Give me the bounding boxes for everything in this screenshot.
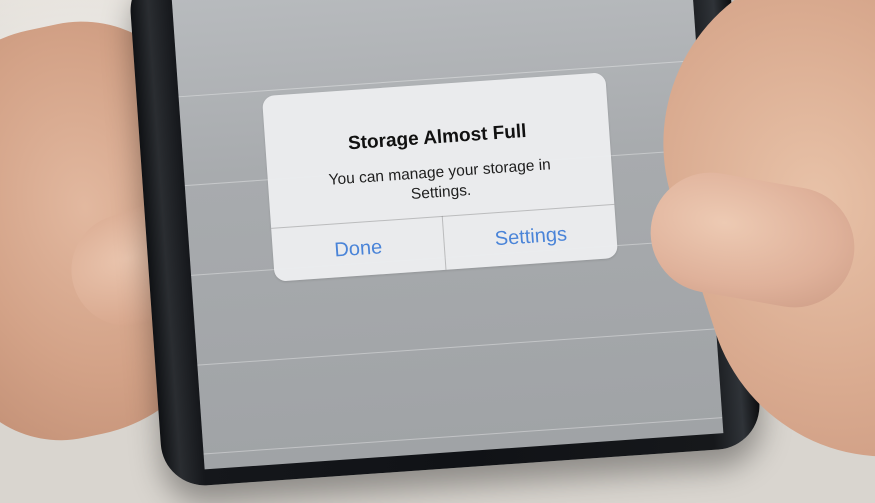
dialog-message: You can manage your storage in Settings. [328,156,552,204]
storage-alert-dialog: Storage Almost Full You can manage your … [261,72,619,282]
screen-row-line [197,328,717,366]
